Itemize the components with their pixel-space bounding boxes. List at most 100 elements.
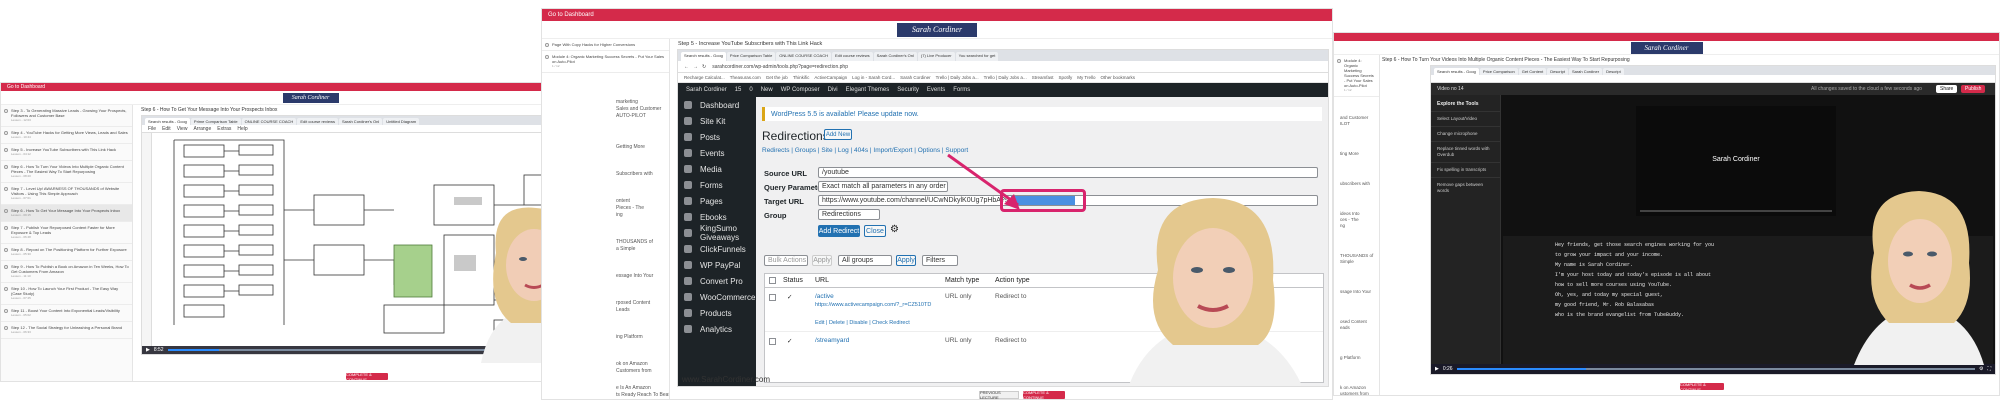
complete-continue-button[interactable]: COMPLETE & CONTINUE: [1680, 382, 1724, 392]
wp-menu-item[interactable]: ClickFunnels: [678, 241, 756, 257]
bookmark-item[interactable]: Recharge Calculat...: [684, 75, 725, 80]
bookmark-item[interactable]: Sarah Cordiner: [900, 75, 931, 80]
play-icon[interactable]: ▶: [1435, 366, 1439, 372]
wp-bar-item[interactable]: Divi: [828, 87, 838, 93]
lesson-item[interactable]: Module 4: Organic Marketing Success Secr…: [542, 51, 669, 73]
header-url[interactable]: URL: [815, 277, 829, 284]
forward-icon[interactable]: →: [693, 64, 698, 70]
lesson-item[interactable]: Step 11 - Boost Your Content Into Expone…: [1, 305, 132, 322]
wp-menu-item[interactable]: Forms: [678, 177, 756, 193]
bookmark-item[interactable]: ActiveCampaign: [814, 75, 847, 80]
wp-bar-item[interactable]: 15: [735, 87, 742, 93]
transcript-line[interactable]: Oh, yes, and today my special guest,: [1555, 290, 1714, 300]
lesson-item[interactable]: Module 4: Organic Marketing Success Secr…: [1334, 55, 1379, 97]
wp-menu-item[interactable]: Posts: [678, 129, 756, 145]
bookmark-item[interactable]: Trello | Daily Jobs a...: [984, 75, 1027, 80]
transcript-line[interactable]: to grow your impact and your income.: [1555, 250, 1714, 260]
toolbar-menu-item[interactable]: View: [177, 126, 188, 132]
bookmark-item[interactable]: Log in - Sarah Cord...: [852, 75, 895, 80]
bookmark-item[interactable]: Other bookmarks: [1101, 75, 1136, 80]
url-text[interactable]: sarahcordiner.com/wp-admin/tools.php?pag…: [712, 64, 848, 70]
source-url-input[interactable]: /youtube: [818, 167, 1318, 178]
apply-button[interactable]: Apply: [812, 255, 832, 266]
browser-tab[interactable]: ONLINE COURSE COACH: [776, 52, 831, 61]
address-bar[interactable]: ← → ↻ sarahcordiner.com/wp-admin/tools.p…: [678, 61, 1328, 73]
wp-bar-item[interactable]: New: [761, 87, 773, 93]
wp-bar-item[interactable]: Events: [927, 87, 945, 93]
lesson-item[interactable]: Step 7 - Publish Your Repurposed Content…: [1, 222, 132, 244]
lesson-item[interactable]: Step 10 - How To Launch Your First Produ…: [1, 283, 132, 305]
browser-tab[interactable]: Search results - Goog: [681, 52, 726, 61]
back-to-dashboard-link[interactable]: Go to Dashboard: [548, 12, 594, 18]
video-preview[interactable]: Sarah Cordiner: [1636, 106, 1836, 216]
transcript-text[interactable]: Hey friends, get those search engines wo…: [1555, 240, 1714, 320]
wp-menu-item[interactable]: Products: [678, 305, 756, 321]
transcript-line[interactable]: Hey friends, get those search engines wo…: [1555, 240, 1714, 250]
brand-logo[interactable]: Sarah Cordiner: [282, 92, 339, 103]
complete-continue-button[interactable]: COMPLETE & CONTINUE: [346, 372, 388, 381]
wp-menu-item[interactable]: Ebooks: [678, 209, 756, 225]
brand-logo[interactable]: Sarah Cordiner: [897, 22, 977, 37]
wp-menu-item[interactable]: Analytics: [678, 321, 756, 337]
tool-item[interactable]: Select Layout/Video: [1431, 111, 1500, 126]
transcript-line[interactable]: how to sell more courses using YouTube.: [1555, 280, 1714, 290]
bookmark-item[interactable]: Theasuras.com: [730, 75, 761, 80]
group-select[interactable]: Redirections: [818, 209, 880, 220]
wp-bar-item[interactable]: Elegant Themes: [846, 87, 890, 93]
wp-bar-item[interactable]: WP Composer: [781, 87, 820, 93]
previous-lecture-button[interactable]: PREVIOUS LECTURE: [979, 390, 1019, 399]
back-icon[interactable]: ←: [684, 64, 689, 70]
close-button[interactable]: Close: [864, 225, 886, 237]
browser-tab[interactable]: ONLINE COURSE COACH: [241, 117, 297, 125]
bookmark-item[interactable]: Trello | Daily Jobs a...: [936, 75, 979, 80]
lesson-item[interactable]: Step 8 - Repost on The Positioning Platf…: [1, 244, 132, 261]
brand-logo[interactable]: Sarah Cordiner: [1630, 41, 1703, 54]
toolbar-menu-item[interactable]: Edit: [162, 126, 171, 132]
transcript-line[interactable]: I'm your host today and today's episode …: [1555, 270, 1714, 280]
browser-tab[interactable]: Descript: [1547, 67, 1568, 75]
publish-button[interactable]: Publish: [1961, 85, 1986, 93]
bookmark-item[interactable]: My Trello: [1077, 75, 1095, 80]
browser-tab[interactable]: Search results - Goog: [145, 117, 190, 125]
lesson-item[interactable]: Step 5 - Increase YouTube Subscribers wi…: [1, 144, 132, 161]
wp-menu-item[interactable]: Dashboard: [678, 97, 756, 113]
header-status[interactable]: Status: [783, 277, 803, 284]
lesson-item[interactable]: Step 12 - The Social Strategy for Unleas…: [1, 322, 132, 339]
play-icon[interactable]: ▶: [146, 347, 150, 353]
apply-groups-button[interactable]: Apply: [896, 255, 916, 266]
header-action-type[interactable]: Action type: [995, 277, 1030, 284]
lesson-item[interactable]: Page With Copy Hacks for Higher Conversi…: [542, 39, 669, 51]
wp-menu-item[interactable]: Events: [678, 145, 756, 161]
lesson-item[interactable]: Step 6 - How To Get Your Message Into Yo…: [1, 205, 132, 222]
wp-bar-item[interactable]: Sarah Cordiner: [686, 87, 727, 93]
browser-tab[interactable]: Search results - Goog: [1434, 67, 1479, 75]
bookmark-item[interactable]: Get the job: [766, 75, 788, 80]
bookmark-item[interactable]: Streamfast: [1032, 75, 1054, 80]
toolbar-menu-item[interactable]: File: [148, 126, 156, 132]
video-player[interactable]: Search results - Goog Price Comparison Ta…: [677, 49, 1329, 387]
browser-tab[interactable]: (7) Live Producer: [917, 52, 955, 61]
browser-tab[interactable]: Prime Comparison Table: [190, 117, 241, 125]
wp-menu-item[interactable]: Media: [678, 161, 756, 177]
browser-tab[interactable]: You searched for get: [955, 52, 999, 61]
transcript-line[interactable]: My name is Sarah Cordiner.: [1555, 260, 1714, 270]
filters-select[interactable]: Filters: [922, 255, 958, 266]
query-params-select[interactable]: Exact match all parameters in any order: [818, 181, 948, 192]
back-to-dashboard-link[interactable]: Go to Dashboard: [7, 84, 45, 90]
browser-tab[interactable]: Sarah Cordiner's Onl: [339, 117, 383, 125]
preview-timeline[interactable]: [1640, 210, 1832, 212]
lesson-item[interactable]: Step 3 - To Generating Massive Leads - G…: [1, 105, 132, 127]
transcript-line[interactable]: who is the brand evangelist from TubeBud…: [1555, 310, 1714, 320]
wp-menu-item[interactable]: KingSumo Giveaways: [678, 224, 756, 242]
wp-menu-item[interactable]: Site Kit: [678, 113, 756, 129]
row-checkbox[interactable]: [769, 338, 776, 345]
settings-icon[interactable]: ⚙: [1979, 366, 1983, 372]
row-url[interactable]: /streamyard: [815, 337, 849, 344]
browser-tab[interactable]: Edit course reviews: [831, 52, 873, 61]
lesson-item[interactable]: Step 4 - YouTube Hacks for Getting More …: [1, 127, 132, 144]
bookmark-item[interactable]: Thinkific: [793, 75, 810, 80]
browser-tab[interactable]: Get Content: [1518, 67, 1547, 75]
row-actions[interactable]: Edit | Delete | Disable | Check Redirect: [815, 320, 910, 326]
wp-menu-item[interactable]: Pages: [678, 193, 756, 209]
browser-tab[interactable]: Edit course reviews: [297, 117, 339, 125]
